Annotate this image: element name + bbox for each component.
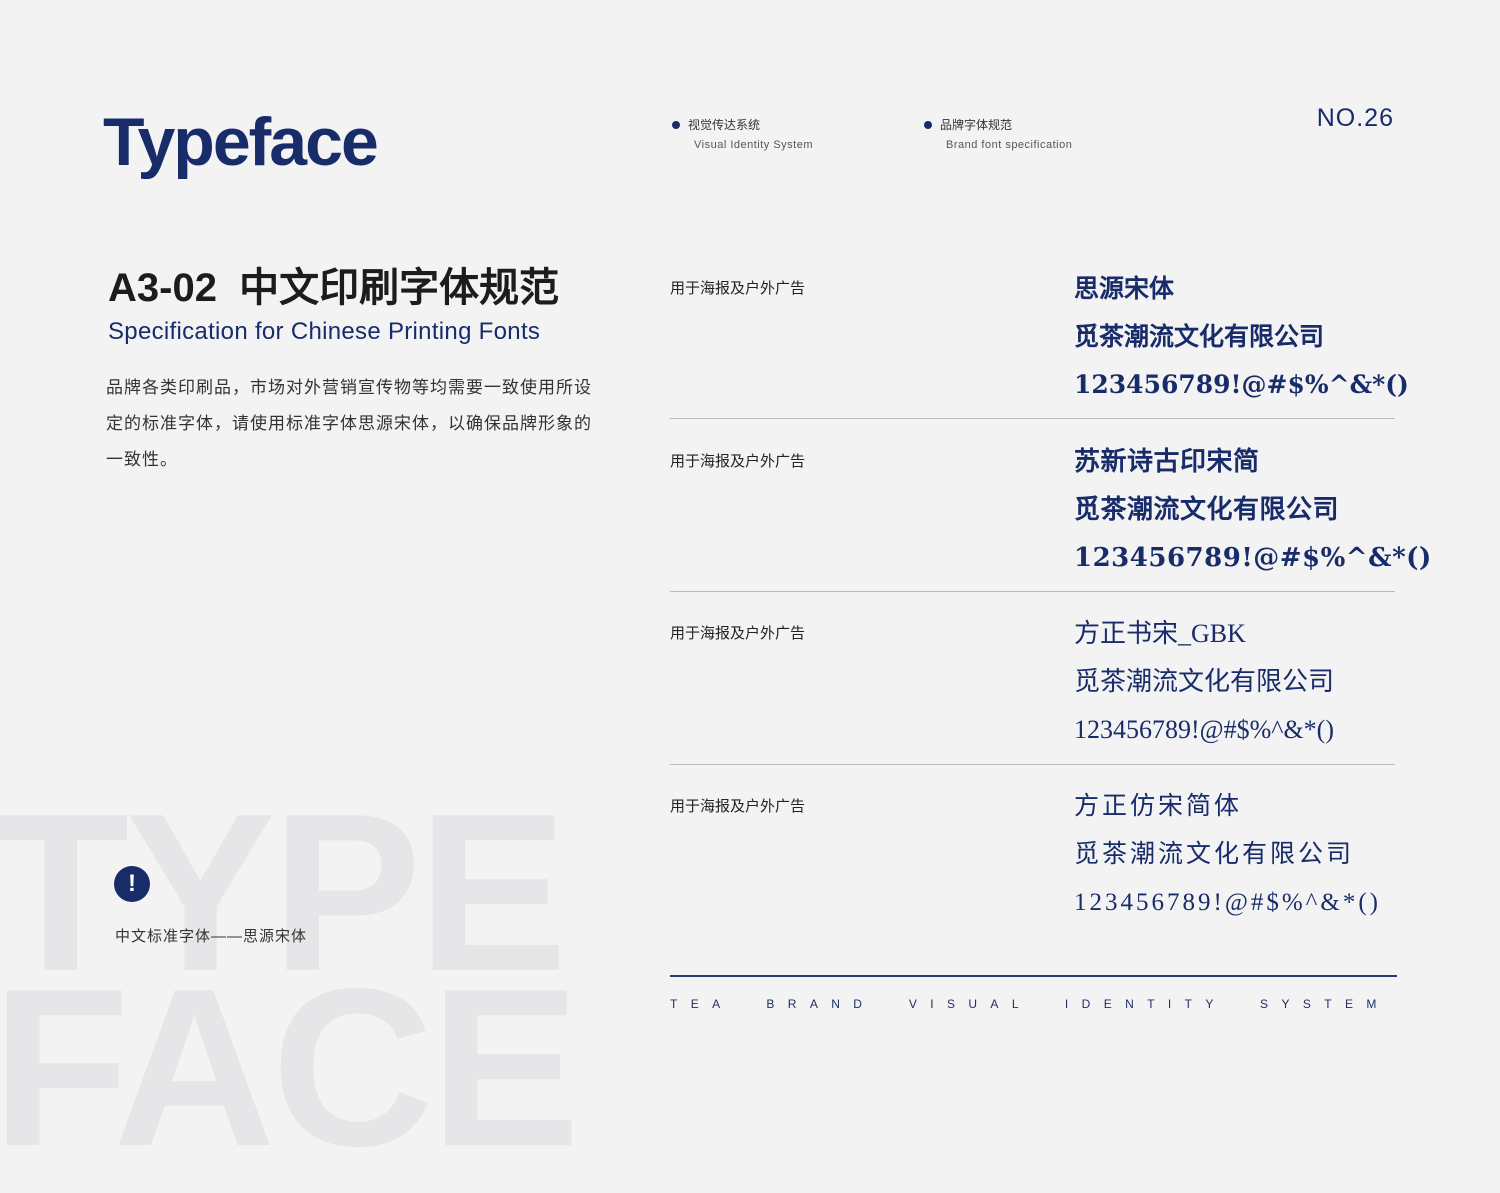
font-name: 方正仿宋简体 — [1074, 793, 1243, 820]
font-usage: 用于海报及户外广告 — [670, 798, 806, 815]
font-name: 方正书宋_GBK — [1074, 619, 1246, 648]
font-usage: 用于海报及户外广告 — [670, 280, 806, 297]
font-sample-block: 苏新诗古印宋简 觅茶潮流文化有限公司 123456789!@#$%^&*() — [1074, 438, 1432, 582]
font-usage: 用于海报及户外广告 — [670, 453, 806, 470]
page-number: NO.26 — [1316, 104, 1394, 132]
nav-label-cn: 品牌字体规范 — [940, 118, 1013, 132]
font-sample-text: 觅茶潮流文化有限公司 — [1074, 841, 1355, 868]
nav-label-en: Brand font specification — [946, 139, 1073, 151]
row-divider — [670, 418, 1395, 419]
section-title: A3-02 中文印刷字体规范 — [108, 266, 560, 310]
standard-font-note: 中文标准字体——思源宋体 — [115, 928, 308, 945]
nav-brand-font: 品牌字体规范 Brand font specification — [924, 116, 1072, 151]
font-usage: 用于海报及户外广告 — [670, 625, 806, 642]
bullet-dot-icon — [672, 120, 680, 129]
font-sample-chars: 123456789!@#$%^&*() — [1074, 370, 1409, 399]
font-sample-text: 觅茶潮流文化有限公司 — [1074, 322, 1325, 351]
nav-visual-identity: 视觉传达系统 Visual Identity System — [672, 116, 813, 151]
font-sample-text: 觅茶潮流文化有限公司 — [1074, 495, 1340, 525]
font-sample-block: 方正仿宋简体 觅茶潮流文化有限公司 123456789!@#$%^&*() — [1074, 783, 1381, 927]
font-sample-text: 觅茶潮流文化有限公司 — [1074, 667, 1335, 696]
page-title: Typeface — [103, 104, 379, 180]
bullet-dot-icon — [924, 120, 932, 129]
font-sample-block: 方正书宋_GBK 觅茶潮流文化有限公司 123456789!@#$%^&*() — [1074, 610, 1334, 754]
font-sample-block: 思源宋体 觅茶潮流文化有限公司 123456789!@#$%^&*() — [1074, 265, 1409, 409]
nav-label-en: Visual Identity System — [694, 139, 814, 151]
font-name: 思源宋体 — [1074, 274, 1175, 303]
font-sample-chars: 123456789!@#$%^&*() — [1074, 889, 1381, 916]
font-name: 苏新诗古印宋简 — [1074, 447, 1260, 477]
section-subtitle-en: Specification for Chinese Printing Fonts — [108, 318, 541, 345]
nav-label-cn: 视觉传达系统 — [688, 118, 761, 132]
row-divider — [670, 764, 1395, 765]
footer-divider — [670, 975, 1397, 977]
font-sample-chars: 123456789!@#$%^&*() — [1074, 715, 1334, 744]
watermark-face: FACE — [0, 941, 580, 1193]
font-sample-chars: 123456789!@#$%^&*() — [1074, 543, 1432, 573]
section-description: 品牌各类印刷品，市场对外营销宣传物等均需要一致使用所设定的标准字体，请使用标准字… — [106, 378, 592, 469]
row-divider — [670, 591, 1395, 592]
exclamation-icon: ! — [114, 866, 150, 902]
footer-tagline: TEA BRAND VISUAL IDENTITY SYSTEM — [670, 997, 1390, 1011]
